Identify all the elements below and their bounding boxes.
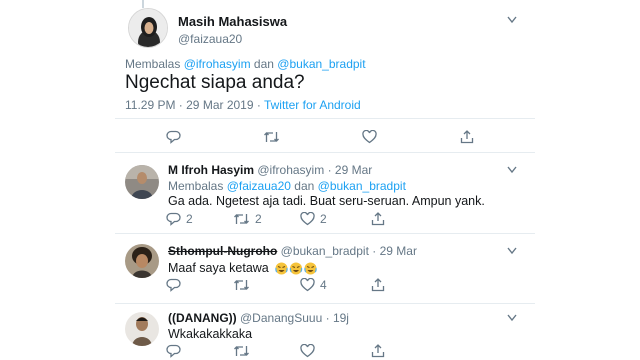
tweet-source-link[interactable]: Twitter for Android (264, 98, 361, 112)
tweet-text: Ngechat siapa anda? (125, 72, 305, 93)
replying-to: Membalas @ifrohasyim dan @bukan_bradpit (125, 57, 366, 71)
like-icon (300, 212, 315, 226)
reply-count: 2 (186, 212, 193, 226)
like-button[interactable] (362, 130, 377, 144)
author-name[interactable]: ((DANANG)) (168, 311, 237, 325)
tweet-date[interactable]: 29 Mar (380, 244, 417, 258)
main-tweet[interactable]: Masih Mahasiswa @faizaua20 Membalas @ifr… (0, 0, 640, 153)
reply-icon (166, 212, 181, 226)
tweet-date[interactable]: 29 Mar (335, 163, 372, 177)
retweet-count: 2 (255, 212, 262, 226)
dot-separator: · (327, 163, 332, 177)
tweet-text: Ga ada. Ngetest aja tadi. Buat seru-seru… (168, 194, 485, 208)
share-button[interactable] (371, 211, 385, 226)
author-handle[interactable]: @DanangSuuu (240, 311, 322, 325)
dot-separator: · (372, 244, 377, 258)
reply-tweet[interactable]: Sthompul-Nugroho @bukan_bradpit · 29 Mar… (0, 234, 640, 304)
reply-header: M Ifroh Hasyim @ifrohasyim · 29 Mar (168, 163, 372, 177)
avatar[interactable] (125, 312, 159, 346)
retweet-button[interactable] (263, 130, 280, 144)
share-button[interactable] (460, 129, 474, 144)
man-avatar-image (125, 165, 159, 199)
reply-button[interactable] (166, 344, 186, 358)
like-button[interactable]: 2 (300, 212, 327, 226)
avatar[interactable] (125, 165, 159, 199)
tweet-date[interactable]: 19j (333, 311, 349, 325)
like-count: 2 (320, 212, 327, 226)
like-count: 4 (320, 278, 327, 292)
share-icon (460, 130, 474, 144)
share-button[interactable] (371, 343, 385, 358)
replying-and: dan (253, 57, 274, 71)
tweet-text: Maaf saya ketawa (168, 261, 269, 275)
reply-icon (166, 278, 181, 292)
chevron-down-icon[interactable] (507, 314, 517, 322)
author-name[interactable]: Masih Mahasiswa (178, 14, 287, 29)
retweet-icon (234, 346, 249, 356)
like-button[interactable]: 4 (300, 278, 327, 292)
share-icon (371, 212, 385, 226)
author-handle[interactable]: @ifrohasyim (257, 163, 324, 177)
replying-to: Membalas @faizaua20 dan @bukan_bradpit (168, 179, 406, 193)
replying-and: dan (294, 179, 315, 193)
avatar[interactable] (128, 8, 168, 48)
author-name[interactable]: Sthompul-Nugroho (168, 244, 277, 258)
share-icon (371, 344, 385, 358)
replying-user-link[interactable]: @ifrohasyim (184, 57, 251, 71)
reply-icon (166, 344, 181, 358)
reply-tweet[interactable]: M Ifroh Hasyim @ifrohasyim · 29 Mar Memb… (0, 153, 640, 234)
reply-icon (166, 130, 181, 144)
like-icon (300, 344, 315, 358)
reply-button[interactable] (166, 130, 181, 144)
chevron-down-icon[interactable] (507, 247, 517, 255)
share-button[interactable] (371, 277, 385, 292)
author-handle[interactable]: @bukan_bradpit (281, 244, 369, 258)
replying-label: Membalas (168, 179, 224, 193)
tweet-body: Maaf saya ketawa (168, 261, 317, 275)
replying-user-link[interactable]: @bukan_bradpit (318, 179, 406, 193)
replying-user-link[interactable]: @bukan_bradpit (277, 57, 365, 71)
author-handle[interactable]: @faizaua20 (178, 32, 242, 46)
curly-hair-avatar-image (125, 244, 159, 278)
chevron-down-icon[interactable] (507, 16, 517, 24)
like-icon (362, 130, 377, 144)
reply-button[interactable]: 2 (166, 212, 193, 226)
tweet-meta: 11.29 PM · 29 Mar 2019 · Twitter for And… (125, 98, 361, 112)
avatar[interactable] (125, 244, 159, 278)
retweet-button[interactable] (233, 278, 255, 292)
like-icon (300, 278, 315, 292)
chevron-down-icon[interactable] (507, 166, 517, 174)
like-button[interactable] (300, 344, 320, 358)
replying-user-link[interactable]: @faizaua20 (227, 179, 291, 193)
reply-header: Sthompul-Nugroho @bukan_bradpit · 29 Mar (168, 244, 417, 258)
divider (115, 118, 535, 119)
hijab-avatar-image (129, 9, 167, 47)
reply-button[interactable] (166, 278, 186, 292)
laughing-emoji-icon (275, 262, 317, 274)
replying-label: Membalas (125, 57, 181, 71)
author-name[interactable]: M Ifroh Hasyim (168, 163, 254, 177)
man-avatar-image (125, 312, 159, 346)
retweet-icon (264, 132, 279, 142)
retweet-icon (234, 280, 249, 290)
retweet-button[interactable] (233, 344, 255, 358)
tweet-timestamp[interactable]: 11.29 PM · 29 Mar 2019 · (125, 98, 261, 112)
dot-separator: · (325, 311, 330, 325)
reply-header: ((DANANG)) @DanangSuuu · 19j (168, 311, 349, 325)
reply-tweet[interactable]: ((DANANG)) @DanangSuuu · 19j Wkakakakkak… (0, 304, 640, 360)
retweet-button[interactable]: 2 (233, 212, 262, 226)
tweet-text: Wkakakakkaka (168, 327, 253, 341)
retweet-icon (234, 214, 249, 224)
share-icon (371, 278, 385, 292)
